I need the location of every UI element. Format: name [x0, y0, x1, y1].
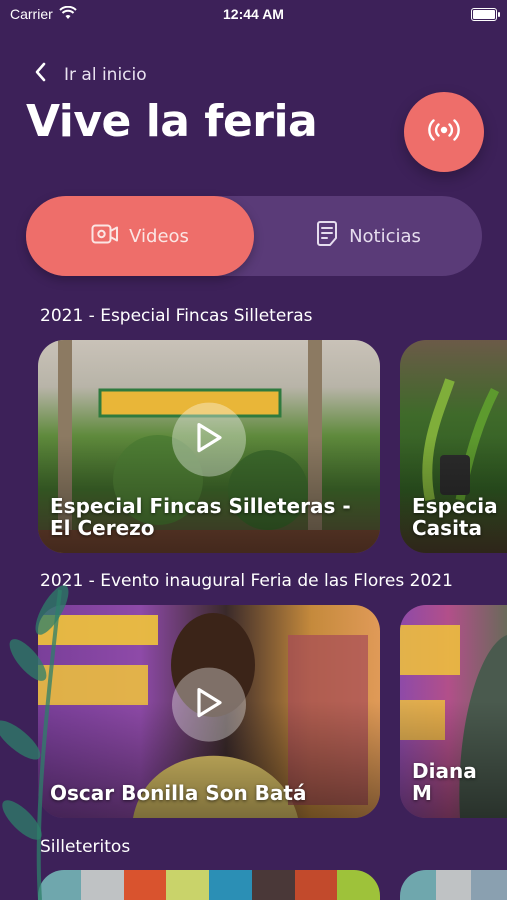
- section-title: 2021 - Especial Fincas Silleteras: [40, 306, 313, 326]
- play-icon: [194, 421, 224, 457]
- video-card[interactable]: [400, 870, 507, 900]
- content-type-tabs: Videos Noticias: [26, 196, 482, 276]
- video-card[interactable]: [38, 870, 380, 900]
- tab-videos-label: Videos: [129, 225, 189, 247]
- tab-news[interactable]: Noticias: [254, 196, 482, 276]
- video-card-title: Especia Casita: [412, 494, 498, 540]
- video-camera-icon: [91, 223, 119, 250]
- video-card[interactable]: Especial Fincas Silleteras - El Cerezo: [38, 340, 380, 553]
- video-card[interactable]: Especia Casita: [400, 340, 507, 553]
- battery-icon: [471, 7, 500, 21]
- tab-news-label: Noticias: [349, 225, 421, 247]
- broadcast-icon: [427, 119, 461, 145]
- carrier-label: Carrier: [10, 6, 53, 22]
- video-card-title: Diana M: [412, 759, 477, 805]
- video-card[interactable]: Oscar Bonilla Son Batá: [38, 605, 380, 818]
- status-bar: Carrier 12:44 AM: [0, 0, 507, 28]
- video-card-title: Especial Fincas Silleteras - El Cerezo: [50, 494, 351, 540]
- wifi-icon: [59, 5, 77, 23]
- chevron-left-icon: [34, 62, 46, 87]
- tab-videos[interactable]: Videos: [26, 196, 254, 276]
- news-document-icon: [315, 220, 339, 252]
- page-title: Vive la feria: [26, 96, 318, 147]
- play-button[interactable]: [172, 667, 246, 742]
- section-title: 2021 - Evento inaugural Feria de las Flo…: [40, 571, 453, 591]
- video-card-title: Oscar Bonilla Son Batá: [50, 781, 307, 805]
- video-card[interactable]: Diana M: [400, 605, 507, 818]
- leaf-decoration: [0, 585, 69, 900]
- play-button[interactable]: [172, 402, 246, 477]
- back-link[interactable]: Ir al inicio: [34, 62, 147, 87]
- back-label: Ir al inicio: [64, 64, 147, 85]
- play-icon: [194, 686, 224, 722]
- live-button[interactable]: [404, 92, 484, 172]
